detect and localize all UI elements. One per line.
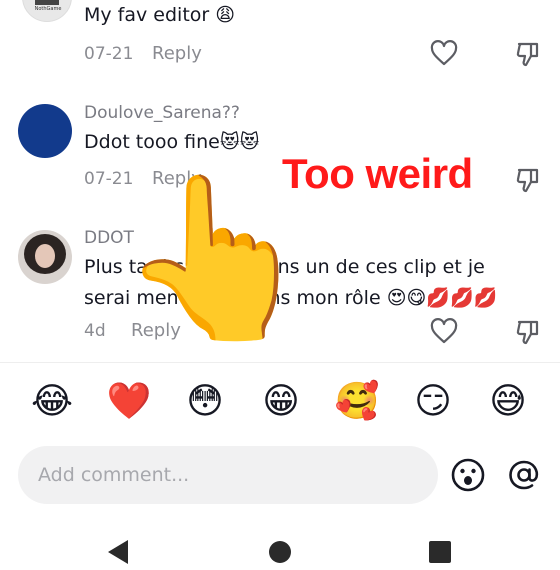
comment-text: My fav editor 😩 bbox=[84, 4, 236, 26]
dislike-icon[interactable] bbox=[515, 40, 543, 72]
recents-icon[interactable] bbox=[428, 540, 452, 568]
comment-username[interactable]: Doulove_Sarena?? bbox=[84, 103, 240, 123]
emoji-smirk-button[interactable]: 😏 bbox=[409, 380, 457, 424]
avatar[interactable] bbox=[18, 230, 72, 284]
avatar-face bbox=[35, 244, 55, 268]
emoji-icon[interactable] bbox=[450, 457, 486, 497]
emoji-heart-button[interactable]: ❤️ bbox=[105, 380, 153, 424]
avatar-image bbox=[35, 0, 59, 5]
emoji-flushed-button[interactable]: 😳 bbox=[181, 380, 229, 424]
avatar[interactable] bbox=[18, 104, 72, 158]
avatar-caption: NothGame bbox=[34, 6, 62, 12]
dislike-icon[interactable] bbox=[515, 318, 543, 350]
pointing-hand-icon: 👆 bbox=[118, 166, 315, 350]
divider bbox=[0, 362, 560, 363]
comment-input[interactable] bbox=[18, 446, 438, 504]
home-icon[interactable] bbox=[268, 540, 292, 568]
avatar[interactable]: NothGame bbox=[22, 0, 72, 22]
emoji-hearts-face-button[interactable]: 🥰 bbox=[333, 380, 381, 424]
comment-date: 07-21 bbox=[84, 44, 134, 64]
at-icon[interactable] bbox=[506, 457, 542, 497]
comment-date: 4d bbox=[84, 321, 106, 341]
back-icon[interactable] bbox=[106, 538, 130, 570]
emoji-laughing-button[interactable]: 😂 bbox=[28, 380, 76, 424]
reply-button[interactable]: Reply bbox=[152, 43, 202, 64]
emoji-grin-button[interactable]: 😁 bbox=[257, 380, 305, 424]
heart-outline-icon[interactable] bbox=[430, 318, 458, 348]
comment-text: Ddot tooo fine😻😻 bbox=[84, 131, 260, 153]
heart-outline-icon[interactable] bbox=[430, 40, 458, 70]
dislike-icon[interactable] bbox=[515, 166, 543, 198]
emoji-sweat-smile-button[interactable]: 😅 bbox=[484, 380, 532, 424]
